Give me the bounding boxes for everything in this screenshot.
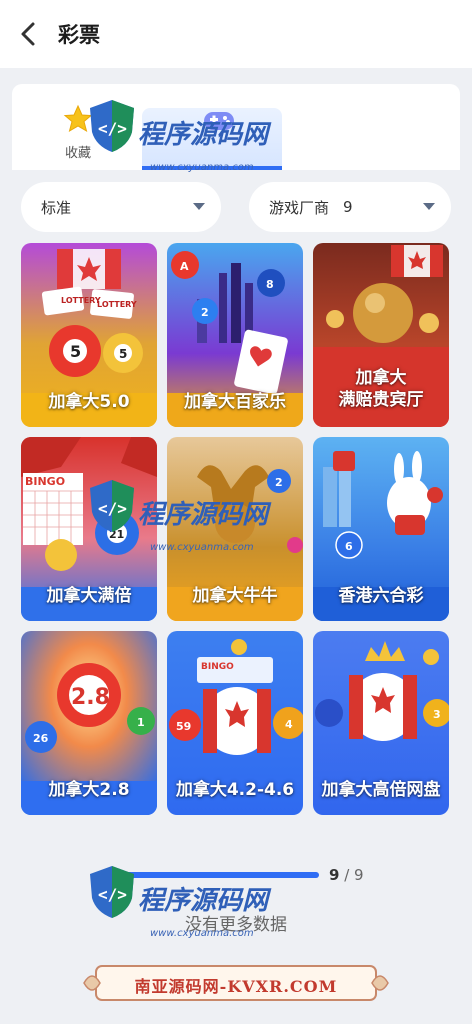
lottery-tag: LOTTERY — [97, 300, 137, 309]
category-tabs: 收藏 — [12, 84, 460, 170]
ball-number: 26 — [33, 732, 49, 745]
page-title: 彩票 — [58, 23, 100, 47]
game-card-label: 香港六合彩 — [338, 586, 424, 606]
game-card-label: 加拿大高倍网盘 — [321, 780, 441, 800]
game-card-label: 加拿大 满赔贵宾厅 — [313, 367, 449, 411]
active-tab-indicator — [142, 166, 282, 170]
vendor-label: 游戏厂商 — [269, 198, 330, 217]
favorites-tab[interactable]: 收藏 — [58, 104, 98, 161]
top-bar: 彩票 — [0, 0, 472, 68]
ball-number: 5 — [119, 347, 127, 361]
ball-number: 21 — [109, 528, 124, 541]
gamepad-icon — [204, 112, 234, 130]
ball-number: A — [180, 260, 189, 273]
progress-separator: / — [339, 866, 355, 884]
sort-value: 标准 — [41, 198, 72, 217]
progress-total: 9 — [354, 866, 364, 884]
progress-loaded: 9 — [329, 866, 340, 884]
bingo-word: BINGO — [201, 662, 234, 672]
progress-count: 9 / 9 — [329, 866, 364, 884]
ball-number: 2 — [201, 306, 209, 319]
footer-banner: 南亚源码网-KVXR.COM — [82, 962, 390, 1004]
ball-number: 2.8 — [71, 685, 110, 710]
ball-number: 59 — [176, 720, 191, 733]
sort-dropdown[interactable]: 标准 — [21, 182, 221, 232]
chevron-left-icon — [21, 22, 35, 46]
game-card-canada-full[interactable]: BINGO 21 加拿大满倍 — [21, 437, 157, 621]
favorites-label: 收藏 — [64, 146, 91, 161]
progress-fill — [109, 872, 319, 878]
game-card-label: 加拿大百家乐 — [184, 392, 286, 412]
game-card-label: 加拿大4.2-4.6 — [175, 780, 295, 800]
footer-banner-text: 南亚源码网-KVXR.COM — [134, 977, 338, 996]
game-card-label: 加拿大满倍 — [46, 586, 132, 606]
ball-number: 8 — [266, 278, 274, 291]
bingo-word: BINGO — [25, 475, 65, 488]
game-card-hk-mark-six[interactable]: 6 香港六合彩 — [313, 437, 449, 621]
game-card-label-line2: 满赔贵宾厅 — [338, 390, 424, 410]
tab-games-active[interactable] — [142, 108, 282, 170]
ball-number: 6 — [345, 540, 353, 553]
game-card-label: 加拿大牛牛 — [192, 586, 278, 606]
ball-number: 2 — [275, 476, 283, 489]
svg-text:</>: </> — [98, 885, 127, 904]
ball-number: 5 — [70, 342, 81, 361]
game-card-canada-niuniu[interactable]: 2 加拿大牛牛 — [167, 437, 303, 621]
back-button[interactable] — [0, 0, 58, 68]
ball-number: 1 — [137, 716, 145, 729]
game-card-canada-high-odds[interactable]: 3 加拿大高倍网盘 — [313, 631, 449, 815]
vendor-count: 9 — [343, 198, 353, 216]
game-card-label-line1: 加拿大 — [355, 368, 407, 388]
ball-number: 3 — [433, 708, 441, 721]
lottery-tag: LOTTERY — [61, 296, 101, 305]
load-progress: 9 / 9 — [109, 866, 369, 886]
game-card-canada-vip[interactable]: 加拿大 满赔贵宾厅 — [313, 243, 449, 427]
game-card-canada-4-2[interactable]: BINGO 59 4 加拿大4.2-4.6 — [167, 631, 303, 815]
caret-down-icon — [423, 203, 435, 210]
game-card-label: 加拿大2.8 — [48, 780, 130, 800]
game-card-canada-2-8[interactable]: 2.8 26 1 加拿大2.8 — [21, 631, 157, 815]
star-icon — [63, 104, 93, 133]
caret-down-icon — [193, 203, 205, 210]
progress-track — [109, 872, 319, 878]
game-card-label: 加拿大5.0 — [48, 392, 130, 412]
vendor-dropdown[interactable]: 游戏厂商 9 — [249, 182, 451, 232]
ball-number: 4 — [285, 718, 293, 731]
game-card-canada-5[interactable]: LOTTERY LOTTERY 5 5 加拿大5.0 — [21, 243, 157, 427]
no-more-data-text: 没有更多数据 — [185, 915, 287, 935]
game-card-canada-baccarat[interactable]: A 2 8 加拿大百家乐 — [167, 243, 303, 427]
